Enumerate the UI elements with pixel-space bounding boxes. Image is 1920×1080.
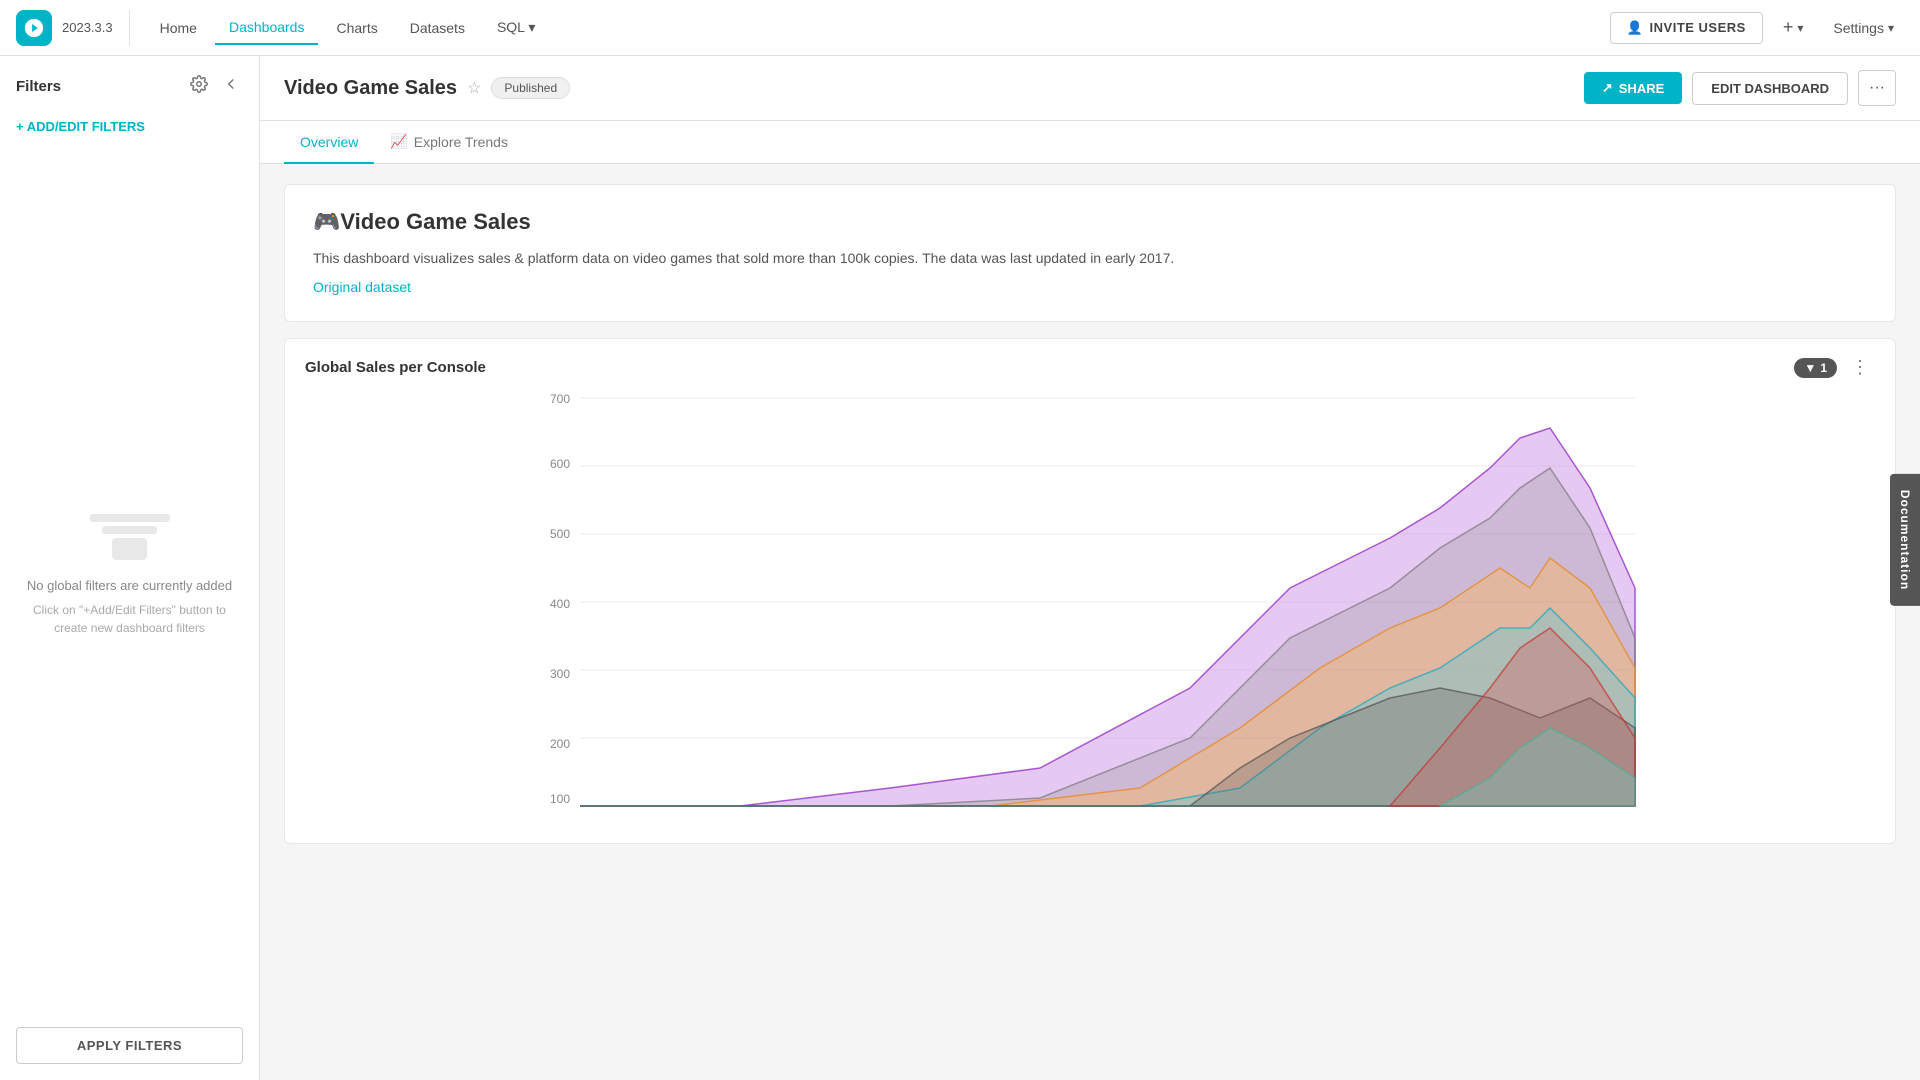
svg-text:400: 400 [550,597,570,611]
sales-chart-svg: 700 600 500 400 300 200 100 [305,388,1875,818]
logo-area: 2023.3.3 [16,10,130,46]
main-layout: Filters + ADD/EDIT FILTERS [0,56,1920,1080]
filters-sidebar: Filters + ADD/EDIT FILTERS [0,56,260,1080]
top-navigation: 2023.3.3 Home Dashboards Charts Datasets… [0,0,1920,56]
main-content: Video Game Sales ☆ Published ↗ SHARE EDI… [260,56,1920,1080]
svg-text:100: 100 [550,792,570,806]
dashboard-info-card: 🎮Video Game Sales This dashboard visuali… [284,184,1896,322]
collapse-icon [222,75,240,93]
chart-actions: ▼ 1 ⋮ [1794,355,1875,380]
chart-filter-badge[interactable]: ▼ 1 [1794,358,1837,378]
gear-icon [190,75,208,93]
empty-state-icon [90,514,170,560]
info-title: 🎮Video Game Sales [313,209,1867,235]
sidebar-header: Filters [0,72,259,113]
apply-filters-button[interactable]: APPLY FILTERS [16,1027,243,1064]
svg-text:700: 700 [550,392,570,406]
nav-dashboards[interactable]: Dashboards [215,11,319,45]
chart-header: Global Sales per Console ▼ 1 ⋮ [285,339,1895,388]
chart-more-button[interactable]: ⋮ [1845,355,1875,380]
sidebar-empty-state: No global filters are currently added Cl… [0,140,259,1011]
sidebar-icon-buttons [187,72,243,101]
svg-text:300: 300 [550,667,570,681]
chart-title: Global Sales per Console [305,359,486,376]
skeleton-bar-1 [90,514,170,522]
info-description: This dashboard visualizes sales & platfo… [313,247,1867,269]
sidebar-title: Filters [16,78,61,95]
nav-items: Home Dashboards Charts Datasets SQL ▾ [146,11,1602,45]
chevron-down-icon: ▾ [1797,21,1803,35]
dashboard-header: Video Game Sales ☆ Published ↗ SHARE EDI… [260,56,1920,121]
version-badge: 2023.3.3 [62,20,113,35]
global-sales-chart-card: Global Sales per Console ▼ 1 ⋮ 700 600 [284,338,1896,844]
nav-home[interactable]: Home [146,12,211,44]
invite-users-button[interactable]: 👤 INVITE USERS [1610,12,1763,44]
empty-text: No global filters are currently added [27,576,232,596]
dashboard-title: Video Game Sales [284,77,457,100]
more-options-button[interactable]: ··· [1858,70,1896,106]
dashboard-tabs: Overview 📈 Explore Trends [260,121,1920,164]
share-button[interactable]: ↗ SHARE [1584,72,1682,104]
original-dataset-link[interactable]: Original dataset [313,279,411,295]
dashboard-body: 🎮Video Game Sales This dashboard visuali… [260,164,1920,864]
documentation-tab[interactable]: Documentation [1890,474,1920,606]
nav-charts[interactable]: Charts [322,12,391,44]
svg-text:200: 200 [550,737,570,751]
favorite-star-icon[interactable]: ☆ [467,78,481,98]
chevron-down-icon: ▾ [1888,21,1894,35]
nav-datasets[interactable]: Datasets [396,12,479,44]
add-button[interactable]: + ▾ [1773,10,1814,45]
dashboard-actions: ↗ SHARE EDIT DASHBOARD ··· [1584,70,1896,106]
chart-trend-icon: 📈 [390,133,407,150]
collapse-sidebar-button[interactable] [219,72,243,101]
svg-text:600: 600 [550,457,570,471]
nav-right: 👤 INVITE USERS + ▾ Settings ▾ [1610,10,1904,45]
dashboard-title-area: Video Game Sales ☆ Published [284,77,570,100]
share-icon: ↗ [1602,80,1613,96]
svg-text:500: 500 [550,527,570,541]
add-edit-filters-button[interactable]: + ADD/EDIT FILTERS [0,113,259,140]
app-logo [16,10,52,46]
filter-settings-button[interactable] [187,72,211,101]
published-badge: Published [491,77,570,99]
tab-overview[interactable]: Overview [284,122,374,164]
settings-button[interactable]: Settings ▾ [1823,13,1904,43]
empty-hint: Click on "+Add/Edit Filters" button to c… [20,601,239,637]
nav-sql[interactable]: SQL ▾ [483,11,549,44]
filter-icon: ▼ [1804,361,1816,375]
skeleton-bar-2 [102,526,157,534]
logo-icon [23,17,45,39]
edit-dashboard-button[interactable]: EDIT DASHBOARD [1692,72,1848,105]
tab-explore-trends[interactable]: 📈 Explore Trends [374,121,524,164]
skeleton-bar-3 [112,538,147,560]
user-icon: 👤 [1627,20,1644,36]
chart-container: 700 600 500 400 300 200 100 [285,388,1895,843]
